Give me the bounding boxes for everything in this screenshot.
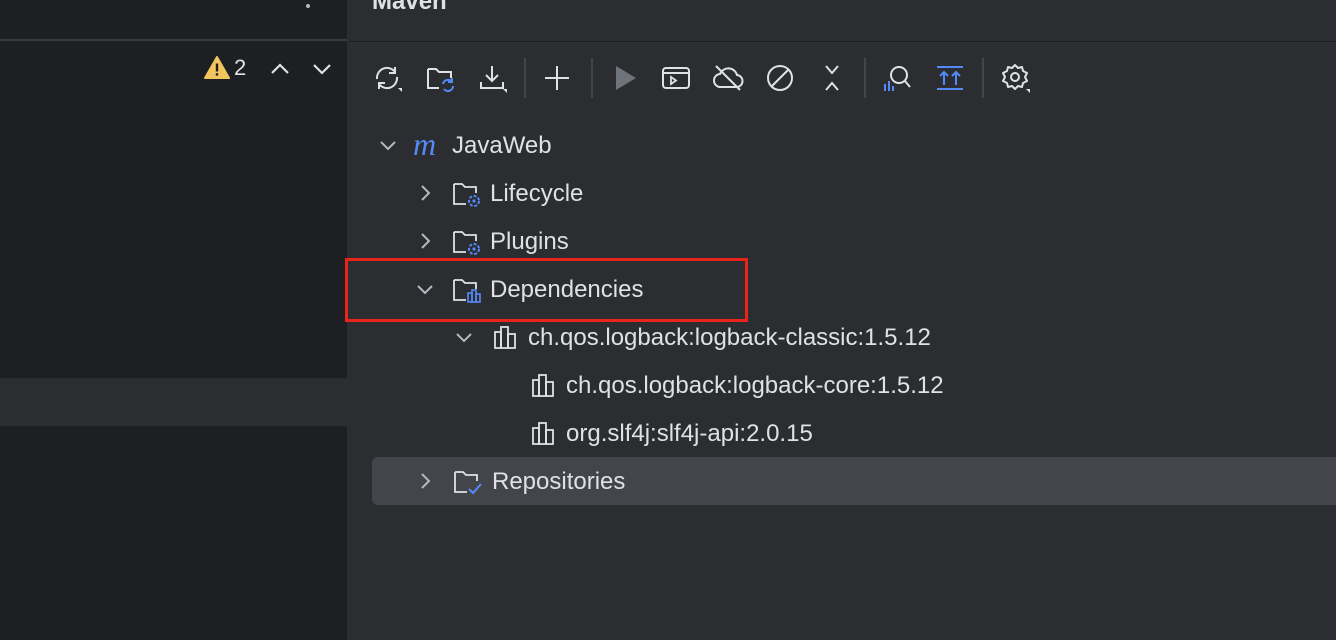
generate-sources-button[interactable] [422, 60, 458, 96]
download-sources-button[interactable] [474, 60, 510, 96]
folder-gear-icon [452, 227, 482, 257]
collapse-all-button[interactable] [814, 60, 850, 96]
tree-label-dependency: org.slf4j:slf4j-api:2.0.15 [566, 420, 813, 447]
chevron-right-icon[interactable] [413, 469, 437, 493]
inspections-widget[interactable]: 2 [0, 43, 347, 93]
plus-icon [545, 66, 569, 90]
chevron-right-icon[interactable] [413, 229, 437, 253]
chevron-down-icon[interactable] [376, 133, 400, 157]
maven-settings-button[interactable] [997, 60, 1033, 96]
maven-project-icon: m [413, 126, 443, 162]
folder-gear-icon [452, 179, 482, 209]
warning-count: 2 [234, 55, 247, 80]
folder-refresh-icon [427, 68, 454, 92]
download-icon [480, 66, 507, 93]
toolbar-separator [864, 58, 866, 98]
tree-label-dependency: ch.qos.logback:logback-classic:1.5.12 [528, 324, 931, 351]
tree-node-dependency[interactable]: ch.qos.logback:logback-classic:1.5.12 [349, 313, 1336, 361]
tree-label-dependency: ch.qos.logback:logback-core:1.5.12 [566, 372, 944, 399]
sync-icon [375, 66, 402, 92]
maven-toolbar [349, 50, 1336, 102]
toolbar-separator [524, 58, 526, 98]
editor-panel: 2 [0, 0, 347, 640]
tree-label-repositories: Repositories [492, 468, 626, 495]
tree-label-lifecycle: Lifecycle [490, 180, 584, 207]
chevron-down-icon[interactable] [413, 277, 437, 301]
maven-header: Maven [349, 0, 1336, 42]
maven-tool-window: Maven m JavaWeb Lifecycle Plugins Depend… [349, 0, 1336, 640]
tree-label-dependencies: Dependencies [490, 276, 644, 303]
library-icon [529, 371, 559, 401]
execute-maven-goal-button[interactable] [658, 60, 694, 96]
current-line-highlight [0, 378, 347, 426]
chevron-right-icon[interactable] [413, 181, 437, 205]
show-dependencies-button[interactable] [932, 60, 968, 96]
tree-node-plugins[interactable]: Plugins [349, 217, 1336, 265]
library-icon [529, 419, 559, 449]
collapse-icon [825, 65, 839, 91]
skip-tests-button[interactable] [762, 60, 798, 96]
library-icon [491, 323, 521, 353]
warning-icon [204, 55, 230, 81]
analyze-icon [884, 66, 911, 91]
editor-tab-bar [0, 0, 347, 41]
tree-node-repositories[interactable]: Repositories [372, 457, 1336, 505]
chevron-down-icon[interactable] [308, 55, 336, 83]
folder-check-icon [453, 467, 483, 497]
reload-all-projects-button[interactable] [369, 60, 405, 96]
tree-node-lifecycle[interactable]: Lifecycle [349, 169, 1336, 217]
chevron-down-icon[interactable] [452, 325, 476, 349]
tool-window-title: Maven [372, 0, 447, 15]
analyze-dependencies-button[interactable] [879, 60, 915, 96]
add-maven-projects-button[interactable] [539, 60, 575, 96]
chevron-up-icon[interactable] [266, 55, 294, 83]
tree-label-plugins: Plugins [490, 228, 569, 255]
terminal-icon [662, 67, 690, 89]
svg-text:m: m [413, 131, 436, 161]
toggle-offline-mode-button[interactable] [710, 60, 746, 96]
play-icon [616, 66, 636, 90]
gear-icon [1002, 64, 1030, 93]
run-maven-build-button[interactable] [607, 60, 643, 96]
tree-node-dependencies[interactable]: Dependencies [349, 265, 1336, 313]
tree-label-project: JavaWeb [452, 132, 552, 159]
more-vertical-icon[interactable] [296, 0, 320, 16]
folder-library-icon [452, 275, 482, 305]
toolbar-separator [982, 58, 984, 98]
slash-circle-icon [767, 65, 793, 91]
tree-node-project[interactable]: m JavaWeb [349, 121, 1336, 169]
tree-node-dependency[interactable]: org.slf4j:slf4j-api:2.0.15 [349, 409, 1336, 457]
toolbar-separator [591, 58, 593, 98]
expand-up-icon [937, 66, 963, 90]
cloud-off-icon [713, 65, 744, 91]
tree-node-dependency[interactable]: ch.qos.logback:logback-core:1.5.12 [349, 361, 1336, 409]
